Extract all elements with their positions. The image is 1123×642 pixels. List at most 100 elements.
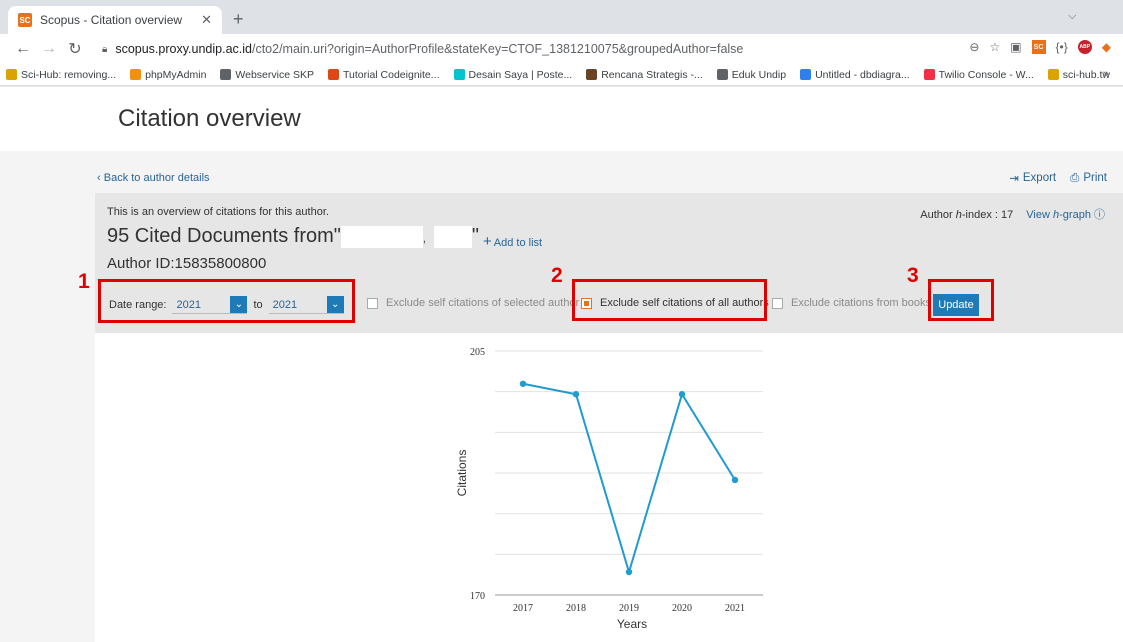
bookmark-favicon-icon	[453, 69, 465, 80]
bookmark-favicon-icon	[800, 69, 812, 80]
exclude-books-checkbox[interactable]	[772, 297, 783, 309]
annotation-number-3: 3	[907, 264, 919, 287]
hindex-label: Author	[920, 209, 953, 221]
bookmark-item[interactable]: Desain Saya | Poste...	[453, 69, 572, 81]
view-hgraph-post: -graph	[1059, 209, 1091, 221]
exclude-books-option[interactable]: Exclude citations from books	[772, 297, 931, 309]
forward-arrow-icon[interactable]: →	[38, 40, 60, 58]
exclude-books-label: Exclude citations from books	[791, 297, 932, 309]
toolbar-icons: ⊖ ☆ ▣ SC {•} ABP ◆	[969, 40, 1111, 54]
annotation-box-date-range	[98, 279, 355, 323]
add-to-list-button[interactable]: + Add to list	[483, 233, 542, 250]
bookmark-label: Sci-Hub: removing...	[21, 68, 117, 81]
bookmark-label: Rencana Strategis -...	[601, 68, 703, 81]
data-point	[519, 380, 527, 387]
export-label: Export	[1022, 172, 1057, 184]
printer-icon: ⎙	[1070, 171, 1080, 184]
bookmark-label: Tutorial Codeignite...	[343, 68, 440, 81]
bookmark-item[interactable]: Sci-Hub: removing...	[6, 69, 116, 81]
bookmark-favicon-icon	[716, 69, 728, 80]
back-link-label: Back to author details	[103, 172, 210, 184]
annotation-box-update	[928, 279, 994, 321]
x-tick-label: 2021	[725, 603, 745, 614]
export-button[interactable]: ⇥ Export	[1009, 171, 1056, 185]
annotation-box-exclude-all	[572, 279, 767, 321]
tab-search-chevron-icon[interactable]: ⌵	[1068, 10, 1076, 23]
hindex-value: -index : 17	[961, 209, 1014, 221]
chevron-left-icon: ‹	[97, 172, 104, 184]
screen: SC Scopus - Citation overview ✕ + ⌵ ← → …	[0, 0, 1123, 642]
bookmarks-more-icon[interactable]: »	[1103, 68, 1109, 80]
data-point	[625, 568, 633, 576]
lock-icon: 🔒︎	[102, 43, 108, 55]
x-tick-label: 2020	[672, 603, 692, 614]
redacted-surname	[340, 225, 423, 248]
code-extension-icon[interactable]: {•}	[1056, 40, 1068, 54]
x-tick-label: 2017	[513, 603, 533, 614]
tab-title: Scopus - Citation overview	[40, 13, 183, 27]
page-title: Citation overview	[118, 105, 301, 132]
new-tab-icon[interactable]: +	[233, 9, 244, 30]
exclude-selected-checkbox[interactable]	[367, 297, 378, 309]
bookmark-item[interactable]: phpMyAdmin	[130, 69, 206, 81]
annotation-number-2: 2	[551, 264, 563, 287]
citations-line-chart: 170 205 2017 2018 2019 2020 2021 Years Citations	[455, 347, 763, 631]
print-label: Print	[1083, 172, 1107, 184]
overview-text: This is an overview of citations for thi…	[107, 206, 329, 218]
bookmark-item[interactable]: Tutorial Codeignite...	[328, 69, 440, 81]
bookmark-item[interactable]: Twilio Console - W...	[923, 69, 1034, 81]
bookmark-item[interactable]: Rencana Strategis -...	[586, 69, 703, 81]
print-button[interactable]: ⎙ Print	[1070, 171, 1107, 185]
url-path: /cto2/main.uri?origin=AuthorProfile&stat…	[251, 42, 744, 56]
bookmark-item[interactable]: Eduk Undip	[716, 68, 787, 81]
bookmark-favicon-icon	[586, 69, 598, 80]
x-axis-title: Years	[617, 617, 647, 631]
camera-extension-icon[interactable]: ▣	[1010, 40, 1021, 54]
back-to-author-link[interactable]: ‹ Back to author details	[97, 172, 210, 184]
zoom-icon[interactable]: ⊖	[969, 40, 979, 54]
exclude-selected-option[interactable]: Exclude self citations of selected autho…	[367, 297, 579, 309]
author-id: Author ID:15835800800	[107, 255, 267, 272]
export-icon: ⇥	[1009, 173, 1019, 185]
bookmark-label: Untitled - dbdiagra...	[815, 68, 910, 81]
bookmark-label: Eduk Undip	[731, 68, 787, 81]
plus-icon: +	[483, 233, 492, 250]
url-field[interactable]: 🔒︎ scopus.proxy.undip.ac.id/cto2/main.ur…	[90, 37, 1090, 61]
bookmark-item[interactable]: Webservice SKP	[220, 69, 314, 81]
tab-strip: SC Scopus - Citation overview ✕ + ⌵	[0, 0, 1123, 34]
help-icon[interactable]: ⓘ	[1094, 209, 1105, 221]
scopus-extension-icon[interactable]: SC	[1031, 40, 1046, 54]
citations-series-line	[522, 382, 736, 576]
redacted-given-name	[433, 225, 472, 248]
y-tick-label: 205	[470, 347, 485, 358]
data-point	[572, 391, 580, 398]
bookmark-favicon-icon	[130, 69, 142, 80]
bookmark-item[interactable]: sci-hub.tw	[1047, 69, 1110, 81]
browser-tab[interactable]: SC Scopus - Citation overview ✕	[8, 6, 222, 34]
bookmark-favicon-icon	[220, 69, 232, 80]
page-header: Citation overview	[0, 87, 1123, 151]
close-tab-icon[interactable]: ✕	[201, 12, 212, 28]
annotation-number-1: 1	[78, 270, 90, 293]
back-arrow-icon[interactable]: ←	[12, 40, 34, 58]
cited-comma: ,	[422, 233, 426, 245]
fox-extension-icon[interactable]: ◆	[1102, 40, 1111, 54]
x-tick-label: 2018	[566, 603, 586, 614]
y-axis-title: Citations	[455, 450, 469, 497]
adblock-extension-icon[interactable]: ABP	[1077, 40, 1092, 54]
bookmark-favicon-icon	[1047, 69, 1059, 80]
data-point	[678, 391, 686, 398]
bookmark-label: phpMyAdmin	[145, 68, 207, 81]
y-tick-label: 170	[470, 591, 485, 602]
bookmark-star-icon[interactable]: ☆	[989, 40, 1000, 54]
address-bar: ← → ↻ 🔒︎ scopus.proxy.undip.ac.id/cto2/m…	[0, 34, 1123, 64]
view-hgraph-pre: View	[1026, 209, 1050, 221]
reload-icon[interactable]: ↻	[64, 39, 86, 59]
bookmark-item[interactable]: Untitled - dbdiagra...	[800, 69, 910, 81]
x-tick-label: 2019	[619, 603, 639, 614]
scopus-page: Citation overview ‹ Back to author detai…	[0, 87, 1123, 642]
scopus-favicon-icon: SC	[18, 13, 32, 27]
view-hgraph-link[interactable]: View h-graph ⓘ	[1026, 209, 1105, 221]
bookmark-label: Webservice SKP	[235, 68, 314, 81]
exclude-selected-label: Exclude self citations of selected autho…	[386, 297, 580, 309]
